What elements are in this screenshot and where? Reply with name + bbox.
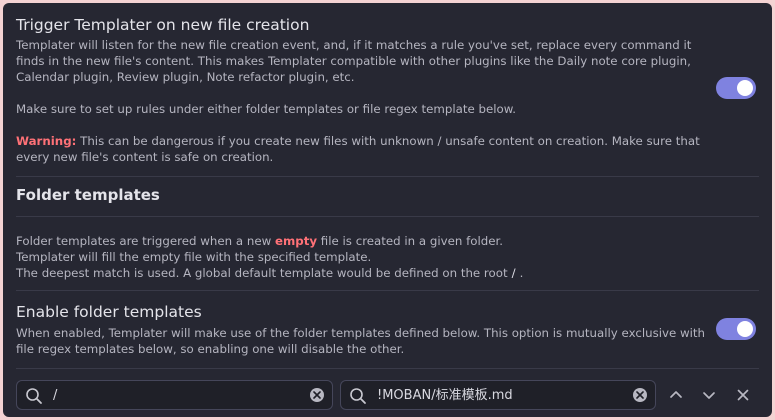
emphasis-empty: empty (274, 234, 318, 248)
clear-icon[interactable] (310, 388, 324, 402)
chevron-up-icon[interactable] (667, 386, 685, 404)
template-search-field[interactable]: !MOBAN/标准模板.md (340, 380, 656, 410)
divider (16, 368, 759, 369)
setting-enable-folder-templates: Enable folder templates When enabled, Te… (16, 302, 759, 357)
folder-templates-section: Folder templates (16, 185, 759, 205)
toggle-knob (737, 321, 753, 337)
folder-search-field[interactable]: / (16, 380, 333, 410)
setting-description: When enabled, Templater will make use of… (16, 326, 706, 356)
setting-title: Enable folder templates (16, 303, 202, 321)
setting-trigger-on-creation: Trigger Templater on new file creation T… (16, 15, 759, 165)
description-line: The deepest match is used. A global defa… (16, 265, 736, 281)
setting-title: Trigger Templater on new file creation (16, 16, 310, 34)
divider (16, 290, 759, 291)
text-span: file is created in a given folder. (317, 234, 504, 248)
divider (16, 176, 759, 177)
warning-text: This can be dangerous if you create new … (16, 134, 700, 164)
warning-label: Warning: (16, 134, 77, 148)
folder-input-value[interactable]: / (53, 387, 57, 405)
clear-icon[interactable] (633, 388, 647, 402)
toggle-knob (737, 80, 753, 96)
folder-templates-description: Folder templates are triggered when a ne… (16, 233, 736, 281)
text-span: . (519, 266, 524, 280)
search-icon (26, 388, 42, 404)
chevron-down-icon[interactable] (700, 386, 718, 404)
description-paragraph: Make sure to set up rules under either f… (16, 102, 517, 116)
template-input-value[interactable]: !MOBAN/标准模板.md (377, 387, 513, 405)
description-paragraph: Templater will listen for the new file c… (16, 38, 692, 84)
divider (16, 216, 759, 217)
description-line: Folder templates are triggered when a ne… (16, 233, 736, 249)
close-icon[interactable] (734, 386, 752, 404)
setting-description: Templater will listen for the new file c… (16, 37, 706, 165)
section-heading: Folder templates (16, 186, 160, 204)
folder-templates-toggle[interactable] (716, 318, 756, 340)
text-span: Folder templates are triggered when a ne… (16, 234, 275, 248)
description-line: Templater will fill the empty file with … (16, 250, 372, 264)
text-span: The deepest match is used. A global defa… (16, 266, 508, 280)
trigger-toggle[interactable] (716, 77, 756, 99)
settings-panel: Trigger Templater on new file creation T… (3, 3, 772, 417)
warning-paragraph: Warning: This can be dangerous if you cr… (16, 133, 706, 165)
root-path-code: / (511, 266, 516, 280)
search-icon (350, 388, 366, 404)
